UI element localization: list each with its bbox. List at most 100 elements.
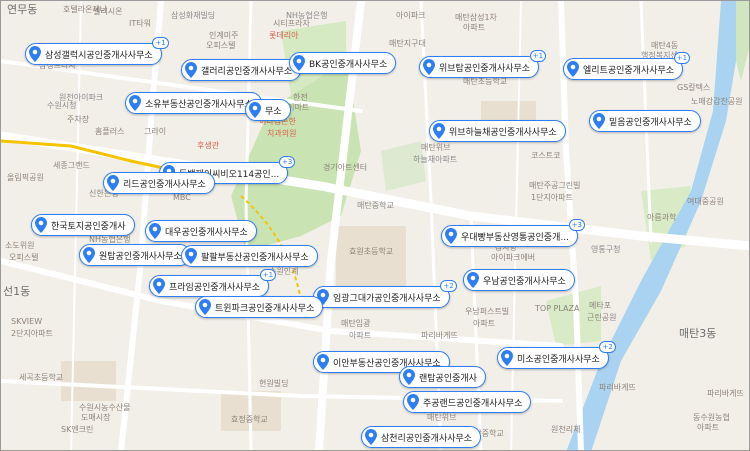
marker-count-badge: +1 [529, 50, 547, 62]
place-label: 매탄중학교 [357, 201, 394, 210]
place-label: 아이파크에버 [491, 253, 536, 262]
location-pin-icon [149, 223, 161, 239]
district-label: 연무동 [7, 3, 38, 16]
place-label: 아파트 [463, 23, 486, 32]
place-label: 오피스텔 [9, 253, 39, 262]
agent-marker[interactable]: 우남공인중개사사무소 [463, 269, 575, 291]
place-label: 메타포 [589, 301, 612, 310]
place-label: 우남퍼스트빌 [465, 307, 510, 316]
location-pin-icon [433, 123, 445, 139]
place-label: 파리바게뜨 [421, 331, 458, 340]
school-block [61, 361, 116, 401]
marker-label: 팔팔부동산공인중개사사무소 [201, 252, 309, 263]
location-pin-icon [29, 46, 41, 62]
agent-marker[interactable]: 엘리트공인중개사사무소 +1 [563, 52, 691, 80]
agent-marker[interactable]: 갤러리공인중개사사무소+1 [181, 53, 309, 81]
place-label: 시티프라자 [273, 19, 310, 28]
place-label: 효원초등학교 [349, 247, 394, 256]
marker-label: 삼천리공인중개사사무소 [381, 433, 473, 444]
location-pin-icon [407, 394, 419, 410]
place-label: 홈플러스 [95, 127, 125, 136]
place-label: 매탄주공그린빌 [529, 181, 581, 190]
marker-count-badge: +2 [440, 280, 457, 292]
marker-count-badge: +2 [599, 341, 616, 353]
agent-marker[interactable]: 소유부동산공인중개사사무소 [125, 92, 262, 114]
agent-marker[interactable]: 주공랜드공인중개사사무소 [403, 391, 532, 413]
marker-label: 무소 [265, 106, 282, 117]
location-pin-icon [317, 354, 329, 370]
agent-marker[interactable]: 원탑공인중개사사무소 [79, 244, 191, 266]
place-label: 한전 [293, 93, 308, 102]
location-pin-icon [35, 217, 47, 233]
agent-marker[interactable]: 트윈파크공인중개사사무소 [195, 296, 324, 318]
agent-marker[interactable]: 랜탑공인중개사 [399, 366, 486, 388]
agent-marker[interactable]: 대우공인중개사사무소 [145, 220, 257, 242]
place-label: 아파트 [349, 331, 372, 340]
place-label: 엘리시온 [93, 7, 123, 16]
marker-label: 트윈파크공인중개사사무소 [215, 303, 315, 314]
location-pin-icon [153, 278, 165, 294]
agent-marker[interactable]: BK공인중개사사무소 [289, 52, 397, 74]
agent-marker[interactable]: 우대빵부동산영통공인중개... +3 [441, 219, 585, 247]
place-label: 영통구청 [591, 245, 621, 254]
location-pin-icon [365, 429, 377, 445]
agent-marker[interactable]: 임광그대가공인중개사사무소 +2 [313, 280, 457, 308]
marker-label: 우남공인중개사사무소 [483, 276, 566, 287]
place-label: 매탄위브 [427, 413, 457, 422]
place-label: 세종그랜드 [53, 161, 90, 170]
place-label: 1단지아파트 [531, 193, 573, 202]
agent-marker[interactable]: 위브탑공인중개사사무소 +1 [419, 50, 547, 78]
agent-marker[interactable]: 팔팔부동산공인중개사사무소 [181, 245, 318, 267]
marker-label: 위브탑공인중개사사무소 [439, 63, 531, 74]
agent-marker[interactable]: 미소공인중개사사무소 +2 [497, 341, 616, 369]
map-view[interactable]: 연무동 매탄3동 선1동 호텔라온제나 엘리시온 IT타워 삼성화재빌딩 NH농협은행 아이파크… [0, 0, 750, 451]
location-pin-icon [83, 247, 95, 263]
marker-count-badge: +3 [568, 219, 585, 231]
location-pin-icon [185, 62, 197, 78]
marker-label: 소유부동산공인중개사사무소 [145, 99, 253, 110]
agent-marker[interactable]: 위브하늘채공인중개사사무소 [429, 120, 566, 142]
place-label: 매탄4동 [651, 41, 679, 50]
marker-label: 우대빵부동산영통공인중개... [461, 232, 569, 243]
marker-count-badge: +1 [673, 52, 691, 64]
marker-count-badge: +1 [152, 37, 169, 49]
place-label: 동수원농협 [693, 413, 730, 422]
place-label: 아름과학 [647, 213, 677, 222]
place-label: 매탄삼성1차 [455, 13, 497, 22]
place-label: 여대중공원 [687, 197, 724, 206]
place-label: 후생관 [197, 141, 220, 150]
place-label: 아이파크 [396, 11, 426, 20]
place-label: TOP PLAZA [535, 304, 580, 313]
agent-marker[interactable]: 삼성갤럭시공인중개사사무소 +1 [25, 37, 169, 65]
district-label: 매탄3동 [679, 327, 717, 340]
place-label: 매탄초등학교 [463, 77, 508, 86]
marker-label: 미소공인중개사사무소 [517, 354, 600, 365]
place-label: 오피스텔 [206, 41, 236, 50]
place-label: 매탄임광 [341, 319, 371, 328]
agent-marker[interactable]: 한국토지공인중개사 [31, 214, 135, 236]
agent-marker[interactable]: 밑음공인중개사사무소 [589, 110, 701, 132]
place-label: 롯데리아 [269, 31, 299, 40]
agent-marker[interactable]: 리드공인중개사사무소 [103, 172, 215, 194]
location-pin-icon [501, 350, 513, 366]
place-label: SK엔크린 [61, 425, 94, 434]
place-label: 아파트 [473, 319, 496, 328]
place-label: 현원빌딩 [259, 379, 289, 388]
place-label: 수원시농수산물 [79, 403, 131, 412]
agent-marker[interactable]: 무소 [245, 99, 291, 121]
location-pin-icon [185, 248, 197, 264]
place-label: 치과의원 [267, 129, 297, 138]
place-label: 원천리체 [551, 425, 581, 434]
location-pin-icon [593, 113, 605, 129]
district-label: 선1동 [3, 285, 31, 298]
marker-label: 랜탑공인중개사 [419, 373, 477, 384]
location-pin-icon [567, 61, 579, 77]
place-label: 올림픽공원 [7, 173, 44, 182]
agent-marker[interactable]: 삼천리공인중개사사무소 [361, 426, 482, 448]
marker-label: 원탑공인중개사사무소 [99, 251, 182, 262]
agent-marker[interactable]: 프라임공인중개사사무소 +1 [149, 269, 277, 297]
marker-label: 한국토지공인중개사 [51, 221, 126, 232]
location-pin-icon [403, 369, 415, 385]
place-label: 주차장 [67, 115, 90, 124]
place-label: IT타워 [129, 19, 151, 28]
